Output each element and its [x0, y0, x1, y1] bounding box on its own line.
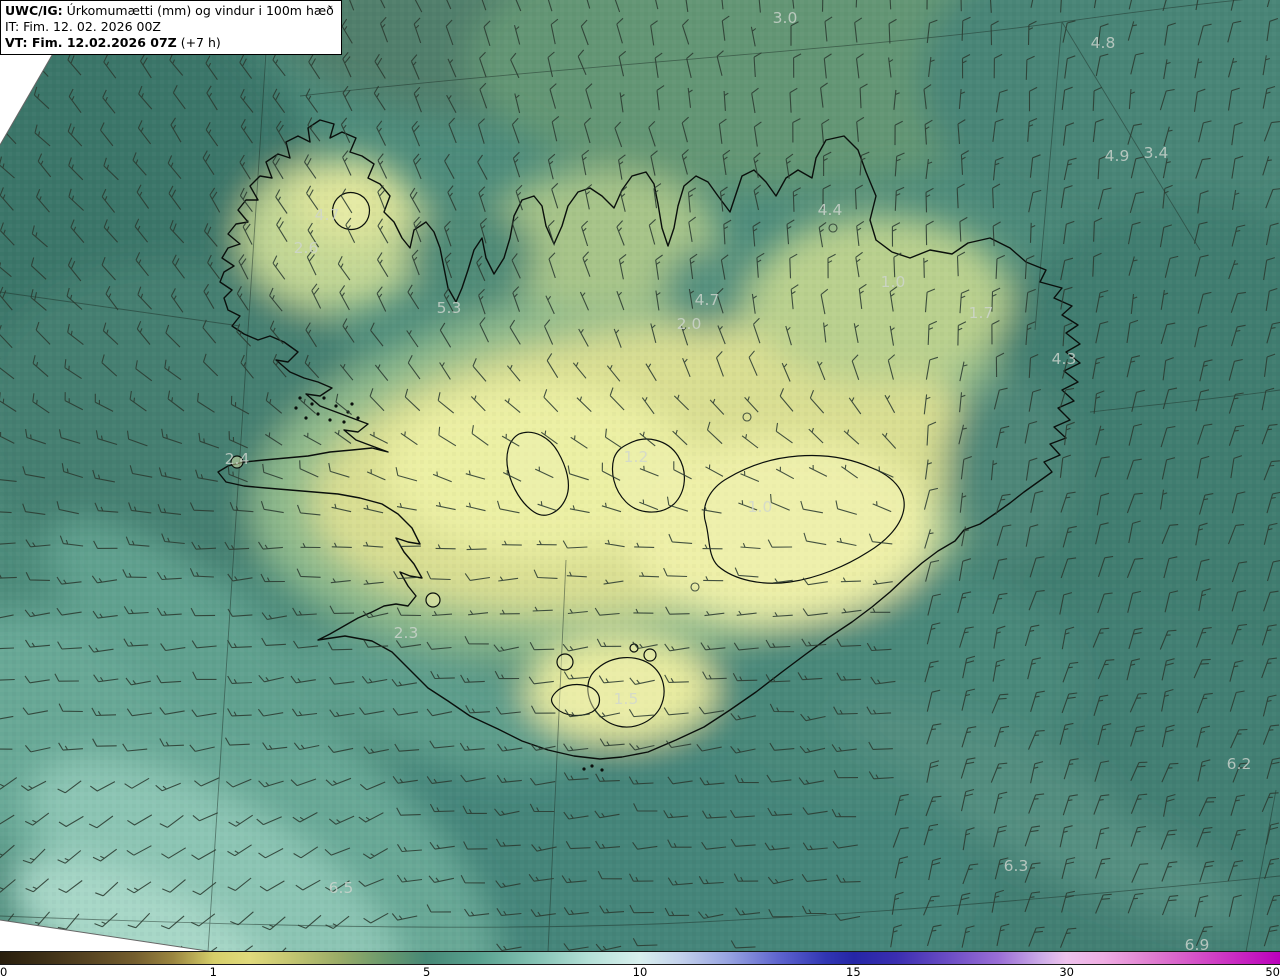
weather-map: 3.0 4.8 4.9 3.4 4.7 2.6 4.4 5.3 4.7 2.0 1.0 1.7 4.3 2…: [0, 0, 1280, 952]
colorbar-wrap: 0 1 5 10 15 30 50: [0, 951, 1280, 978]
islet-dot: [600, 768, 604, 772]
islet-dot: [342, 420, 346, 424]
islet-dot: [334, 404, 338, 408]
map-value-label: 4.4: [818, 201, 843, 219]
map-value-label: 5.3: [437, 299, 462, 317]
islet-dot: [294, 406, 298, 410]
map-value-label: 1.0: [881, 273, 906, 291]
legend-box: UWC/IG: Úrkomumætti (mm) og vindur i 100…: [0, 0, 342, 55]
map-value-label: 2.4: [225, 450, 250, 468]
colorbar-tick-label: 10: [632, 965, 648, 978]
colorbar-tick-label: 15: [846, 965, 861, 978]
islet-dot: [322, 396, 326, 400]
colorbar: [0, 951, 1280, 965]
map-value-label: 4.8: [1091, 34, 1116, 52]
islet-dot: [590, 764, 594, 768]
map-value-label: 1.2: [624, 448, 649, 466]
colorbar-tick-label: 1: [209, 965, 217, 978]
map-value-label: 2.6: [294, 239, 319, 257]
map-value-label: 6.9: [1185, 936, 1210, 952]
colorbar-tick-label: 0: [0, 965, 8, 978]
islet-dot: [350, 402, 354, 406]
map-value-label: 1.7: [969, 304, 994, 322]
map-value-label: 1.5: [614, 690, 639, 708]
map-value-label: 4.7: [695, 291, 720, 309]
islet-dot: [582, 767, 586, 771]
map-value-label: 1.0: [748, 498, 773, 516]
islet-dot: [356, 416, 360, 420]
map-value-label: 4.3: [1052, 350, 1077, 368]
init-time: IT: Fim. 12. 02. 2026 00Z: [5, 19, 161, 34]
colorbar-tick-label: 50: [1265, 965, 1280, 978]
islet-dot: [304, 416, 308, 420]
islet-dot: [298, 396, 302, 400]
map-value-label: 4.7: [315, 206, 340, 224]
map-value-label: 2.0: [677, 315, 702, 333]
map-value-label: 6.2: [1227, 755, 1252, 773]
weather-map-page: 3.0 4.8 4.9 3.4 4.7 2.6 4.4 5.3 4.7 2.0 1.0 1.7 4.3 2…: [0, 0, 1280, 978]
map-value-label: 3.4: [1144, 144, 1169, 162]
islet-dot: [310, 402, 314, 406]
map-value-label: 6.3: [1004, 857, 1029, 875]
islet-dot: [316, 412, 320, 416]
colorbar-tick-label: 5: [422, 965, 431, 978]
map-value-label: 2.3: [394, 624, 419, 642]
map-value-label: 3.0: [773, 9, 798, 27]
product-title: UWC/IG: Úrkomumætti (mm) og vindur i 100…: [5, 3, 334, 18]
valid-time: VT: Fim. 12.02.2026 07Z (+7 h): [5, 35, 221, 50]
map-value-label: 4.9: [1105, 147, 1130, 165]
colorbar-tick-label: 30: [1059, 965, 1074, 978]
map-value-label: 6.5: [329, 879, 354, 897]
colorbar-ticks: 0 1 5 10 15 30 50: [0, 965, 1280, 978]
islet-dot: [328, 418, 332, 422]
